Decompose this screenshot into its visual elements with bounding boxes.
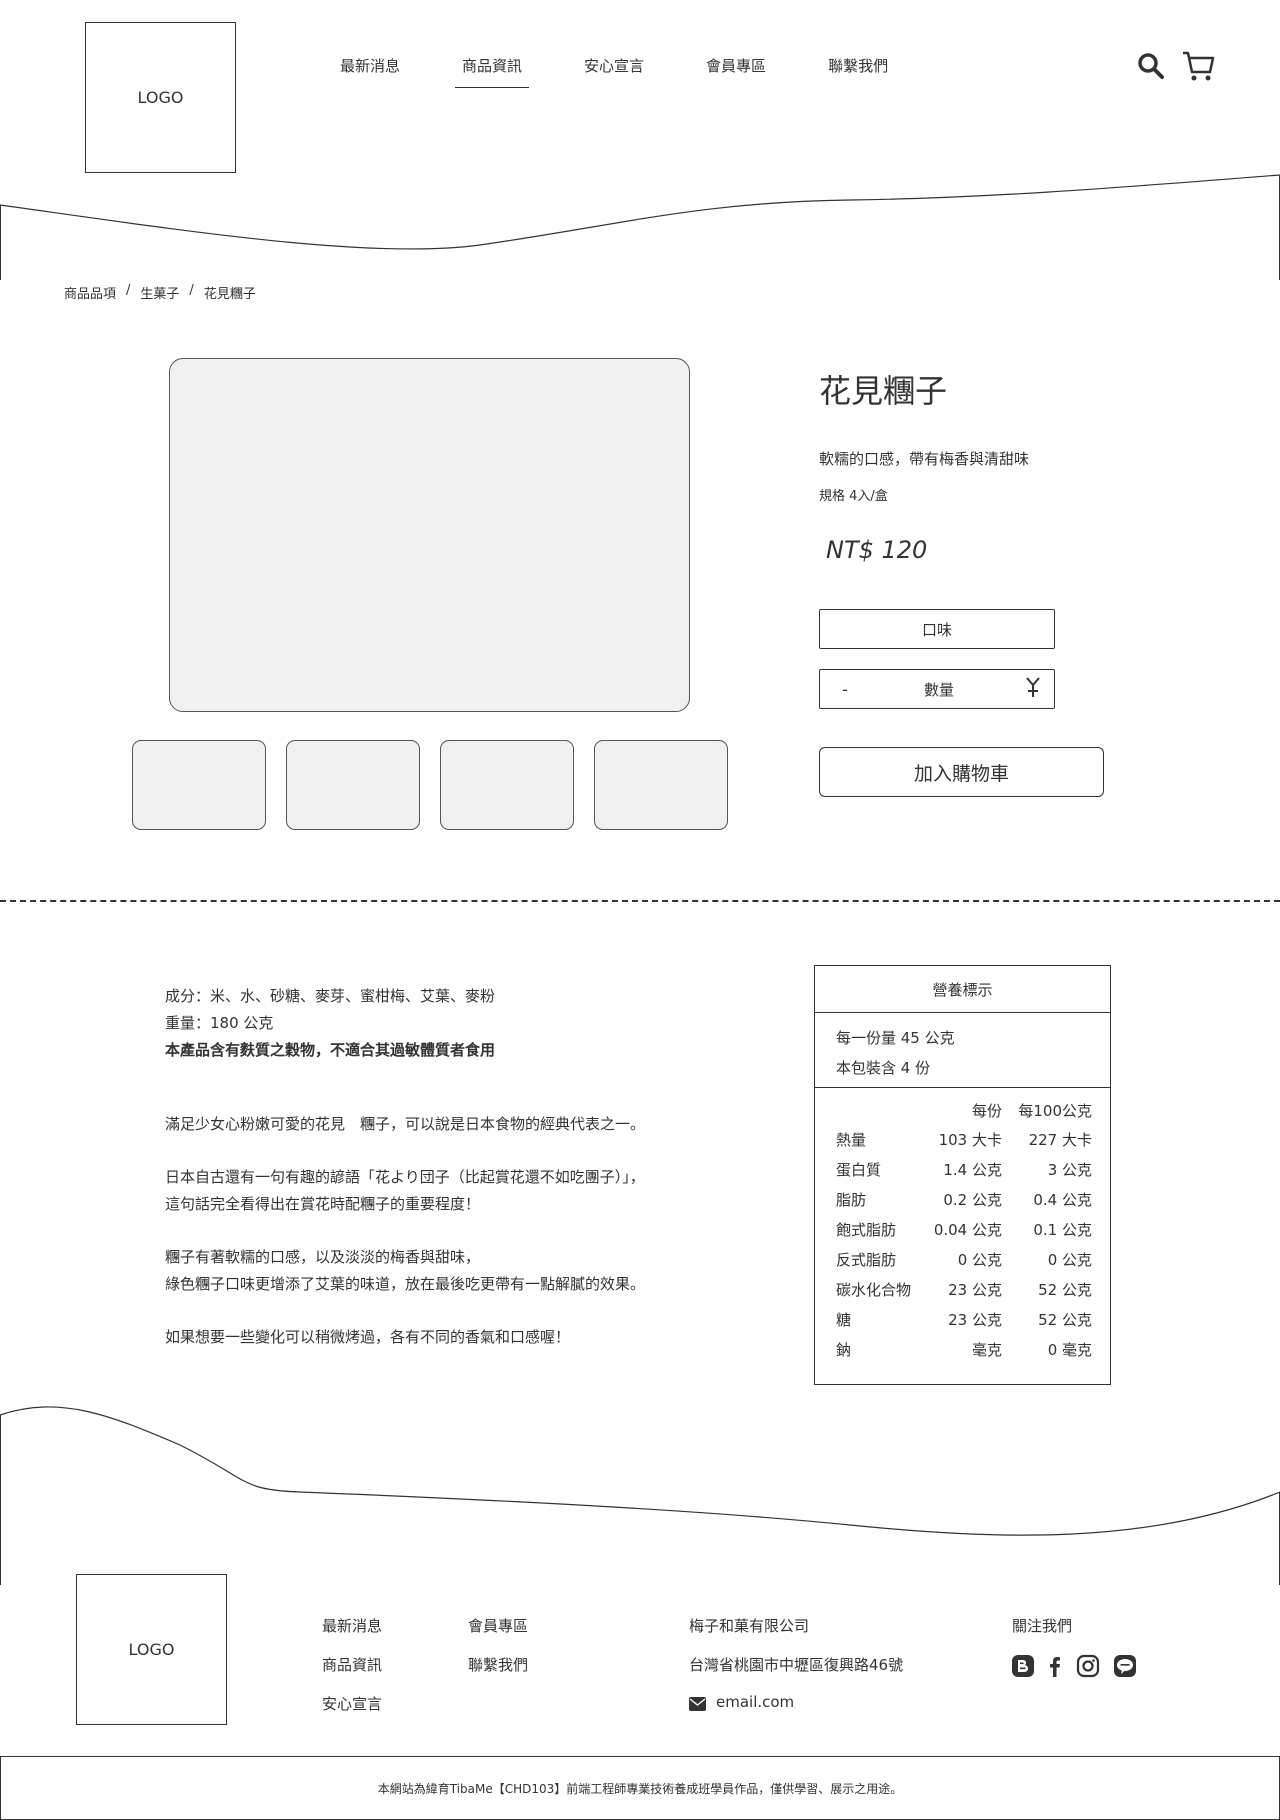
- nutrition-header-row: 每份 每100公克: [836, 1096, 1092, 1124]
- add-to-cart-button[interactable]: 加入購物車: [819, 747, 1104, 797]
- story-paragraph-3-line-2: 綠色糰子口味更增添了艾葉的味道，放在最後吃更帶有一點解膩的效果。: [165, 1275, 646, 1293]
- breadcrumb-separator: /: [189, 283, 194, 298]
- flavor-select[interactable]: 口味: [819, 609, 1055, 649]
- allergen-warning: 本產品含有麩質之穀物，不適合其過敏體質者食用: [165, 1041, 496, 1059]
- col-per-serving: 每份: [971, 1101, 1002, 1120]
- table-row: 鈉毫克 0 毫克: [836, 1340, 1092, 1359]
- product-price: NT$ 120: [826, 536, 928, 564]
- product-description: 軟糯的口感，帶有梅香與清甜味: [819, 450, 1030, 468]
- product-thumbnail-3[interactable]: [440, 740, 574, 830]
- nutrition-label: 營養標示 每一份量 45 公克 本包裝含 4 份 每份 每100公克 熱量 103…: [814, 965, 1111, 1385]
- servings-per-pack: 本包裝含 4 份: [836, 1059, 931, 1077]
- blogger-icon[interactable]: [1011, 1654, 1035, 1678]
- nav-news[interactable]: 最新消息: [340, 55, 400, 76]
- table-row: 反式脂肪 0 公克 0 公克: [836, 1250, 1092, 1269]
- nav-contact[interactable]: 聯繫我們: [828, 55, 888, 76]
- story-paragraph-4: 如果想要一些變化可以稍微烤過，各有不同的香氣和口感喔！: [165, 1328, 571, 1346]
- breadcrumb-item-category[interactable]: 商品品項: [64, 283, 116, 302]
- nav-safety[interactable]: 安心宣言: [584, 55, 644, 76]
- product-thumbnail-4[interactable]: [594, 740, 728, 830]
- footer-wave: [0, 1406, 1280, 1585]
- nav-member[interactable]: 會員專區: [706, 55, 766, 76]
- table-row: 熱量 103 大卡 227 大卡: [836, 1130, 1092, 1149]
- footer-link-member[interactable]: 會員專區: [468, 1615, 528, 1636]
- footer-email-link[interactable]: email.com: [716, 1693, 794, 1711]
- instagram-icon[interactable]: [1076, 1654, 1100, 1678]
- product-thumbnail-1[interactable]: [132, 740, 266, 830]
- flavor-select-label: 口味: [921, 620, 952, 639]
- section-divider: [0, 900, 1280, 902]
- story-paragraph-1: 滿足少女心粉嫩可愛的花見 糰子，可以說是日本食物的經典代表之一。: [165, 1115, 646, 1133]
- product-spec: 規格 4入/盒: [819, 489, 888, 504]
- copyright-text: 本網站為緯育TibaMe【CHD103】前端工程師專業技術養成班學員作品，僅供學…: [377, 1781, 903, 1796]
- main-nav: 最新消息 商品資訊 安心宣言 會員專區 聯繫我們: [340, 55, 950, 88]
- story-paragraph-3-line-1: 糰子有著軟糯的口感，以及淡淡的梅香與甜味，: [165, 1248, 481, 1266]
- copyright-bar: 本網站為緯育TibaMe【CHD103】前端工程師專業技術養成班學員作品，僅供學…: [0, 1756, 1280, 1820]
- footer-logo[interactable]: LOGO: [76, 1574, 227, 1725]
- header-logo[interactable]: LOGO: [85, 22, 236, 173]
- nutrition-serving-info: 每一份量 45 公克 本包裝含 4 份: [815, 1013, 1110, 1088]
- table-row: 碳水化合物 23 公克 52 公克: [836, 1280, 1092, 1299]
- quantity-minus-button[interactable]: -: [834, 680, 856, 699]
- quantity-stepper: - 數量: [819, 669, 1055, 709]
- company-address: 台灣省桃園市中壢區復興路46號: [689, 1656, 904, 1674]
- search-icon[interactable]: [1137, 52, 1165, 80]
- follow-us-label: 關注我們: [1012, 1617, 1073, 1635]
- company-name: 梅子和菓有限公司: [689, 1617, 810, 1635]
- breadcrumb-item-subcategory[interactable]: 生菓子: [140, 283, 179, 302]
- ingredients-text: 成分：米、水、砂糖、麥芽、蜜柑梅、艾葉、麥粉: [165, 987, 496, 1005]
- serving-size: 每一份量 45 公克: [836, 1029, 955, 1047]
- table-row: 脂肪 0.2 公克 0.4 公克: [836, 1190, 1092, 1209]
- cart-icon[interactable]: [1181, 50, 1215, 82]
- header-wave: [0, 174, 1280, 280]
- facebook-icon[interactable]: [1043, 1654, 1067, 1678]
- table-row: 糖 23 公克 52 公克: [836, 1310, 1092, 1329]
- line-icon[interactable]: [1113, 1654, 1137, 1678]
- envelope-icon: [689, 1696, 706, 1715]
- product-main-image: [169, 358, 690, 712]
- product-title: 花見糰子: [819, 372, 948, 410]
- story-paragraph-2-line-2: 這句話完全看得出在賞花時配糰子的重要程度！: [165, 1195, 481, 1213]
- story-paragraph-2-line-1: 日本自古還有一句有趣的諺語「花より団子（比起賞花還不如吃團子）」，: [165, 1168, 645, 1186]
- breadcrumb: 商品品項 / 生菓子 / 花見糰子: [64, 283, 256, 302]
- nav-products[interactable]: 商品資訊: [455, 55, 530, 88]
- breadcrumb-item-current: 花見糰子: [203, 287, 256, 302]
- table-row: 飽式脂肪 0.04 公克 0.1 公克: [836, 1220, 1092, 1239]
- nutrition-title: 營養標示: [815, 966, 1110, 1013]
- footer-link-contact[interactable]: 聯繫我們: [468, 1654, 528, 1675]
- breadcrumb-separator: /: [126, 283, 131, 298]
- footer-link-safety[interactable]: 安心宣言: [322, 1693, 382, 1714]
- quantity-label: 數量: [923, 680, 954, 699]
- weight-text: 重量：180 公克: [165, 1014, 274, 1032]
- nutrition-table: 每份 每100公克 熱量 103 大卡 227 大卡 蛋白質 1.4 公克 3 公克 脂…: [815, 1088, 1110, 1364]
- table-row: 蛋白質 1.4 公克 3 公克: [836, 1160, 1092, 1179]
- footer-link-news[interactable]: 最新消息: [322, 1615, 382, 1636]
- col-per-100g: 每100公克: [1018, 1101, 1092, 1120]
- product-thumbnail-2[interactable]: [286, 740, 420, 830]
- footer-link-products[interactable]: 商品資訊: [322, 1654, 382, 1675]
- quantity-plus-icon[interactable]: [1022, 676, 1044, 702]
